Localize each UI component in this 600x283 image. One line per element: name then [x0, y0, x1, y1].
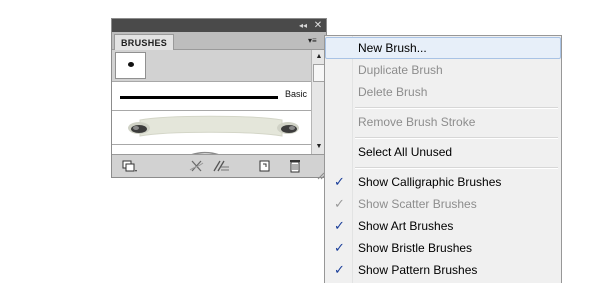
bristle-brush-row-partial[interactable] — [112, 145, 311, 154]
menu-item-label: Delete Brush — [358, 85, 428, 99]
calligraphic-brush-row — [112, 50, 311, 82]
calligraphic-brush-dot — [128, 62, 134, 67]
menu-item-label: Duplicate Brush — [358, 63, 443, 77]
menu-item-label: Select All Unused — [358, 145, 453, 159]
brush-libraries-menu-icon[interactable] — [122, 159, 138, 173]
menu-item-label: Show Bristle Brushes — [358, 241, 473, 255]
art-brush-preview — [128, 115, 299, 137]
checkmark-icon: ✓ — [334, 240, 345, 255]
menu-item-show-scatter-brushes[interactable]: ✓ Show Scatter Brushes — [325, 193, 561, 215]
brushes-panel: ◂◂ ✕ BRUSHES ▾≡ Basic ▲ ▼ — [111, 18, 327, 180]
menu-item-remove-brush-stroke[interactable]: Remove Brush Stroke — [325, 111, 561, 133]
menu-item-show-art-brushes[interactable]: ✓ Show Art Brushes — [325, 215, 561, 237]
menu-item-label: New Brush... — [358, 41, 427, 55]
tab-brushes[interactable]: BRUSHES — [114, 34, 175, 51]
menu-separator — [355, 167, 558, 169]
checkmark-icon: ✓ — [334, 174, 345, 189]
delete-brush-icon[interactable] — [287, 159, 303, 173]
basic-brush-stroke — [120, 96, 278, 99]
menu-item-show-calligraphic-brushes[interactable]: ✓ Show Calligraphic Brushes — [325, 171, 561, 193]
menu-item-label: Show Pattern Brushes — [358, 263, 478, 277]
checkmark-icon: ✓ — [334, 196, 345, 211]
basic-brush-row[interactable]: Basic — [112, 82, 311, 111]
menu-item-select-all-unused[interactable]: Select All Unused — [325, 141, 561, 163]
menu-separator — [355, 137, 558, 139]
menu-item-show-bristle-brushes[interactable]: ✓ Show Bristle Brushes — [325, 237, 561, 259]
brushes-panel-flyout-menu: New Brush... Duplicate Brush Delete Brus… — [324, 35, 562, 283]
menu-item-show-pattern-brushes[interactable]: ✓ Show Pattern Brushes — [325, 259, 561, 281]
menu-item-label: Show Scatter Brushes — [358, 197, 477, 211]
menu-item-label: Show Art Brushes — [358, 219, 454, 233]
menu-item-label: Show Calligraphic Brushes — [358, 175, 502, 189]
panel-menu-icon[interactable]: ▾≡ — [308, 36, 322, 46]
collapse-icon[interactable]: ◂◂ — [297, 20, 309, 31]
menu-item-duplicate-brush[interactable]: Duplicate Brush — [325, 59, 561, 81]
brush-list: Basic — [112, 50, 311, 154]
menu-separator — [355, 107, 558, 109]
checkmark-icon: ✓ — [334, 218, 345, 233]
panel-footer-toolbar — [112, 154, 326, 180]
options-of-selected-object-icon[interactable] — [212, 159, 229, 173]
new-brush-icon[interactable] — [257, 159, 273, 173]
panel-title-bar[interactable]: ◂◂ ✕ — [112, 19, 326, 32]
remove-brush-stroke-icon[interactable] — [189, 159, 205, 173]
close-icon[interactable]: ✕ — [312, 20, 324, 31]
checkmark-icon: ✓ — [334, 262, 345, 277]
basic-brush-label: Basic — [285, 89, 308, 99]
panel-tab-bar: BRUSHES ▾≡ — [112, 32, 326, 51]
menu-item-new-brush[interactable]: New Brush... — [325, 37, 561, 59]
menu-item-label: Remove Brush Stroke — [358, 115, 476, 129]
menu-item-delete-brush[interactable]: Delete Brush — [325, 81, 561, 103]
calligraphic-brush-swatch[interactable] — [115, 52, 146, 79]
art-brush-row[interactable] — [112, 111, 311, 145]
